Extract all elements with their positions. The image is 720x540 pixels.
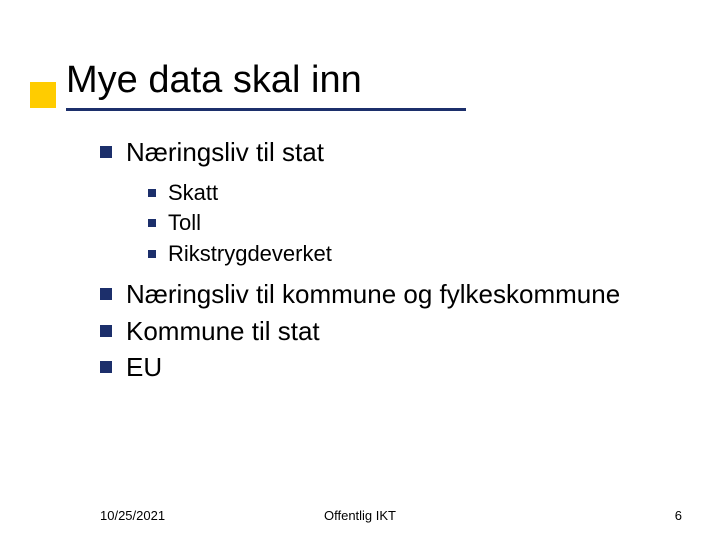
- bullet-level1: EU: [100, 351, 660, 384]
- title-block: Mye data skal inn: [66, 60, 362, 102]
- bullet-level1: Næringsliv til kommune og fylkeskommune: [100, 278, 660, 311]
- square-bullet-icon: [148, 189, 156, 197]
- square-bullet-icon: [100, 361, 112, 373]
- bullet-text: Næringsliv til stat: [126, 136, 324, 169]
- footer-page-number: 6: [675, 508, 682, 523]
- slide-body: Næringsliv til stat Skatt Toll Rikstrygd…: [100, 136, 660, 388]
- square-bullet-icon: [148, 219, 156, 227]
- bullet-level2: Skatt: [148, 179, 660, 208]
- title-accent-square: [30, 82, 56, 108]
- square-bullet-icon: [100, 288, 112, 300]
- bullet-text: Næringsliv til kommune og fylkeskommune: [126, 278, 620, 311]
- square-bullet-icon: [148, 250, 156, 258]
- square-bullet-icon: [100, 146, 112, 158]
- sub-bullet-group: Skatt Toll Rikstrygdeverket: [148, 179, 660, 269]
- bullet-level2: Rikstrygdeverket: [148, 240, 660, 269]
- title-underline: [66, 108, 466, 111]
- bullet-text: EU: [126, 351, 162, 384]
- bullet-text: Kommune til stat: [126, 315, 320, 348]
- square-bullet-icon: [100, 325, 112, 337]
- bullet-level1: Kommune til stat: [100, 315, 660, 348]
- bullet-text: Rikstrygdeverket: [168, 240, 332, 269]
- bullet-text: Toll: [168, 209, 201, 238]
- slide-title: Mye data skal inn: [66, 60, 362, 102]
- footer-center-text: Offentlig IKT: [0, 508, 720, 523]
- bullet-text: Skatt: [168, 179, 218, 208]
- bullet-level2: Toll: [148, 209, 660, 238]
- bullet-level1: Næringsliv til stat: [100, 136, 660, 169]
